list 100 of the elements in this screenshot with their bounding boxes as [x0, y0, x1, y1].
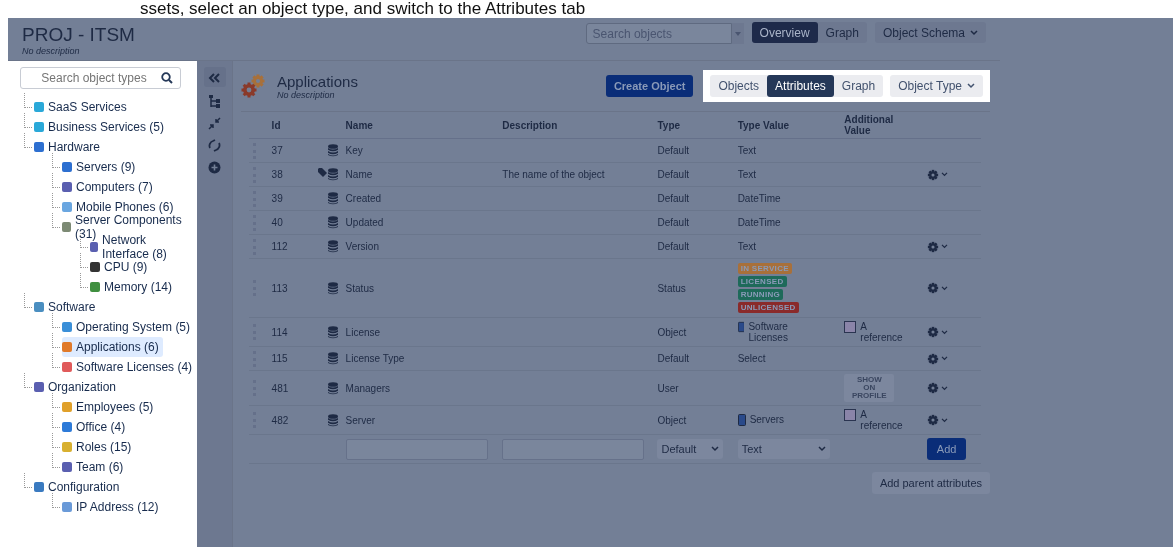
tree-item[interactable]: CPU (9): [90, 257, 152, 277]
settings-menu-button[interactable]: [926, 352, 948, 365]
table-cell: Status: [653, 258, 734, 318]
gear-icon: [926, 282, 939, 294]
caret-icon: [711, 446, 720, 452]
caret-icon: [970, 29, 978, 36]
settings-menu-button[interactable]: [926, 282, 948, 294]
view-tab[interactable]: Objects: [710, 75, 768, 97]
gear-icon: [926, 326, 939, 338]
tree-item[interactable]: Business Services (5): [34, 117, 169, 137]
gears-icon: [241, 73, 267, 99]
show-on-profile-lozenge: SHOW ON PROFILE: [844, 374, 895, 402]
table-cell: Updated: [341, 210, 499, 235]
table-cell-text: Text: [737, 169, 756, 180]
caret-icon: [940, 172, 948, 177]
reference-text: A reference: [860, 321, 903, 343]
table-cell: 38: [267, 162, 310, 187]
tree-item[interactable]: IP Address (12): [62, 497, 163, 517]
tree-item[interactable]: Configuration: [34, 477, 124, 497]
settings-menu-button[interactable]: [926, 382, 948, 394]
table-cell-text: DateTime: [737, 193, 781, 204]
tree-item[interactable]: SaaS Services: [34, 97, 131, 117]
caret-icon: [940, 244, 948, 249]
settings-menu-button[interactable]: [926, 414, 948, 426]
object-type-title: Applications: [277, 72, 359, 90]
type-value-select[interactable]: Text: [737, 439, 830, 459]
view-tab[interactable]: Graph: [833, 75, 884, 97]
search-icon: [161, 72, 173, 84]
database-icon: [327, 352, 338, 365]
table-cell: Object: [653, 317, 734, 347]
tree-item[interactable]: Office (4): [62, 417, 130, 437]
table-cell: 113: [267, 258, 310, 318]
table-cell: 114: [267, 317, 310, 347]
tree-item[interactable]: Software: [34, 297, 100, 317]
settings-menu-button[interactable]: [926, 240, 948, 253]
tree-item[interactable]: Software Licenses (4): [62, 357, 197, 377]
table-cell: Object: [653, 405, 734, 435]
caret-icon: [940, 329, 948, 335]
view-tab[interactable]: Overview: [751, 22, 818, 43]
table-cell: Default: [653, 186, 734, 211]
column-header: Id: [267, 112, 310, 139]
reference-link[interactable]: Servers: [749, 414, 785, 425]
tree-item[interactable]: Employees (5): [62, 397, 158, 417]
type-select[interactable]: Default: [657, 439, 724, 459]
object-type-description: No description: [277, 89, 335, 100]
tree-item[interactable]: Applications (6): [62, 337, 163, 357]
database-icon: [327, 168, 338, 181]
table-cell-text: Text: [737, 145, 756, 156]
color-swatch: [844, 321, 857, 333]
gear-icon: [926, 414, 939, 426]
chevrons-left-icon: [208, 70, 221, 84]
table-cell: 37: [267, 138, 310, 163]
column-header: Type Value: [733, 112, 841, 139]
table-cell: 482: [267, 405, 310, 435]
gear-icon: [926, 382, 939, 394]
database-icon: [327, 413, 338, 427]
gear-icon: [926, 240, 939, 253]
column-header: Type: [653, 112, 734, 139]
column-header: Name: [341, 112, 499, 139]
table-cell: 40: [267, 210, 310, 235]
shrink-icon: [208, 116, 221, 130]
table-cell: Name: [341, 162, 499, 187]
add-button[interactable]: Add: [926, 438, 967, 460]
tree-item[interactable]: Operating System (5): [62, 317, 195, 337]
add-parent-attributes-button[interactable]: Add parent attributes: [871, 472, 990, 494]
database-icon: [327, 325, 338, 339]
table-cell: License: [341, 317, 499, 347]
plus-circle-icon: [208, 160, 221, 174]
tree-item[interactable]: Servers (9): [62, 157, 140, 177]
status-lozenge: UNLICENSED: [737, 302, 799, 313]
tree-item[interactable]: Hardware: [34, 137, 105, 157]
refresh-icon: [208, 138, 221, 152]
caret-icon: [940, 417, 948, 423]
table-cell: Key: [341, 138, 499, 163]
table-cell: 112: [267, 234, 310, 259]
tree-item[interactable]: Team (6): [62, 457, 128, 477]
caret-icon: [940, 285, 948, 291]
table-cell: Default: [653, 162, 734, 187]
caret-icon: [967, 83, 975, 89]
settings-menu-button[interactable]: [926, 168, 948, 181]
column-header: Additional Value: [840, 112, 923, 139]
reference-link[interactable]: Software Licenses: [748, 321, 818, 343]
table-cell: Default: [653, 234, 734, 259]
database-icon: [327, 281, 338, 295]
table-cell-text: Text: [737, 241, 756, 252]
settings-menu-button[interactable]: [926, 326, 948, 338]
create-object-button[interactable]: Create Object: [605, 75, 694, 97]
table-cell: 39: [267, 186, 310, 211]
table-cell: The name of the object: [498, 162, 654, 187]
table-cell: Version: [341, 234, 499, 259]
object-type-menu-button[interactable]: Object Type: [890, 75, 983, 97]
table-cell: Server: [341, 405, 499, 435]
tree-item[interactable]: Memory (14): [90, 277, 176, 297]
tree-item[interactable]: Roles (15): [62, 437, 136, 457]
tree-item[interactable]: Organization: [34, 377, 121, 397]
view-tab[interactable]: Attributes: [767, 75, 834, 97]
collapse-button[interactable]: [203, 67, 226, 87]
color-swatch: [844, 409, 857, 421]
database-icon: [327, 216, 338, 229]
tree-item[interactable]: Computers (7): [62, 177, 157, 197]
